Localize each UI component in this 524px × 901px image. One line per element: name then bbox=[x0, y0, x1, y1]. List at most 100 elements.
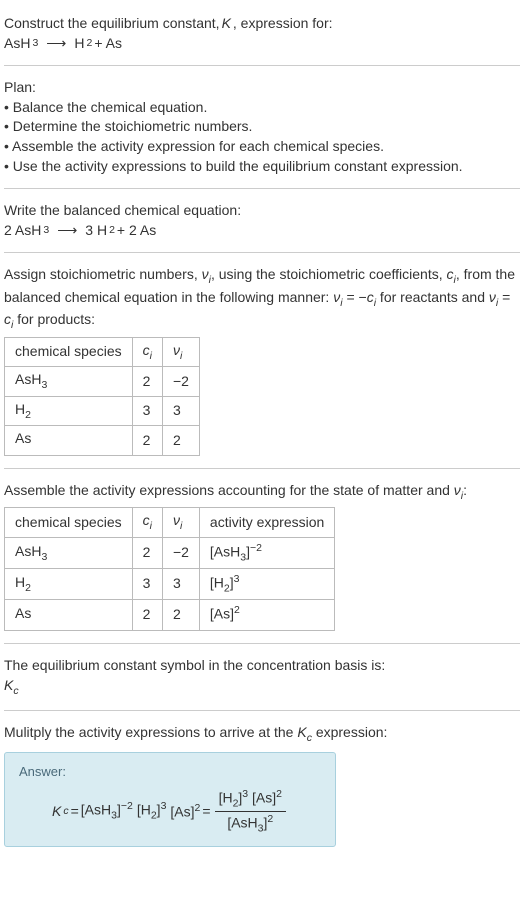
plan-bullet: • Assemble the activity expression for e… bbox=[4, 137, 520, 157]
subscript: c bbox=[63, 804, 68, 819]
col-nui: νi bbox=[162, 337, 199, 366]
cell-ci: 2 bbox=[132, 599, 162, 630]
balanced-section: Write the balanced chemical equation: 2 … bbox=[4, 195, 520, 246]
exponent: −2 bbox=[121, 800, 133, 812]
coef-species: 2 AsH bbox=[4, 221, 41, 241]
bracket: [H bbox=[137, 802, 151, 818]
divider bbox=[4, 468, 520, 469]
subscript: 2 bbox=[25, 409, 31, 421]
nu-symbol: ν bbox=[202, 266, 209, 282]
cell-activity: [AsH3]−2 bbox=[199, 537, 334, 568]
text: = − bbox=[343, 289, 367, 305]
species: H bbox=[74, 34, 84, 54]
term: [AsH3]−2 bbox=[81, 799, 133, 823]
kc-symbol-section: The equilibrium constant symbol in the c… bbox=[4, 650, 520, 704]
cell-nui: 3 bbox=[162, 568, 199, 599]
answer-box: Answer: Kc = [AsH3]−2 [H2]3 [As]2 = [H2]… bbox=[4, 752, 336, 847]
table-row: AsH3 2 −2 bbox=[5, 367, 200, 396]
k-symbol: K bbox=[4, 677, 13, 693]
subscript: c bbox=[13, 685, 18, 697]
subscript: i bbox=[150, 350, 152, 362]
cell-ci: 3 bbox=[132, 396, 162, 425]
balanced-title: Write the balanced chemical equation: bbox=[4, 201, 520, 221]
prompt-line1: Construct the equilibrium constant, K , … bbox=[4, 14, 520, 34]
col-ci: ci bbox=[132, 508, 162, 537]
col-species: chemical species bbox=[5, 337, 133, 366]
answer-equation: Kc = [AsH3]−2 [H2]3 [As]2 = [H2]3 [As]2 … bbox=[19, 787, 321, 836]
kc-symbol: Kc bbox=[4, 676, 520, 698]
table-header-row: chemical species ci νi bbox=[5, 337, 200, 366]
col-species: chemical species bbox=[5, 508, 133, 537]
divider bbox=[4, 252, 520, 253]
bracket: [As] bbox=[170, 804, 194, 820]
divider bbox=[4, 643, 520, 644]
nu-symbol: ν bbox=[454, 482, 461, 498]
coef-species: + 2 As bbox=[117, 221, 156, 241]
plan-bullet: • Use the activity expressions to build … bbox=[4, 157, 520, 177]
species: AsH bbox=[15, 543, 41, 559]
text: Mulitply the activity expressions to arr… bbox=[4, 724, 297, 740]
text: , using the stoichiometric coefficients, bbox=[211, 266, 447, 282]
divider bbox=[4, 188, 520, 189]
subscript: 2 bbox=[87, 36, 93, 51]
plan-bullet: • Balance the chemical equation. bbox=[4, 98, 520, 118]
subscript: i bbox=[180, 520, 182, 532]
answer-label: Answer: bbox=[19, 763, 321, 781]
text: : bbox=[463, 482, 467, 498]
bracket: [H bbox=[219, 790, 233, 806]
col-activity: activity expression bbox=[199, 508, 334, 537]
col-ci: ci bbox=[132, 337, 162, 366]
kc-line1: The equilibrium constant symbol in the c… bbox=[4, 656, 520, 676]
denominator: [AsH3]2 bbox=[215, 812, 286, 836]
stoich-table: chemical species ci νi AsH3 2 −2 H2 3 3 … bbox=[4, 337, 200, 456]
subscript: i bbox=[180, 350, 182, 362]
subscript: 3 bbox=[41, 550, 47, 562]
cell-species: As bbox=[5, 599, 133, 630]
k-symbol: K bbox=[52, 802, 61, 822]
cell-activity: [As]2 bbox=[199, 599, 334, 630]
prompt-header: Construct the equilibrium constant, K , … bbox=[4, 8, 520, 59]
plan-bullet: • Determine the stoichiometric numbers. bbox=[4, 117, 520, 137]
species: As bbox=[15, 605, 31, 621]
bracket: [As] bbox=[248, 790, 276, 806]
species: As bbox=[15, 430, 31, 446]
arrow-icon: ⟶ bbox=[57, 221, 77, 241]
text: Construct the equilibrium constant, bbox=[4, 14, 220, 34]
multiply-line: Mulitply the activity expressions to arr… bbox=[4, 723, 520, 745]
subscript: 3 bbox=[41, 379, 47, 391]
cell-nui: 3 bbox=[162, 396, 199, 425]
equals: = bbox=[71, 802, 79, 822]
text: , expression for: bbox=[233, 14, 333, 34]
nu-symbol: ν bbox=[173, 342, 180, 358]
cell-species: AsH3 bbox=[5, 367, 133, 396]
multiply-section: Mulitply the activity expressions to arr… bbox=[4, 717, 520, 853]
col-nui: νi bbox=[162, 508, 199, 537]
species: H bbox=[15, 574, 25, 590]
stoich-section: Assign stoichiometric numbers, νi, using… bbox=[4, 259, 520, 461]
table-row: As 2 2 [As]2 bbox=[5, 599, 335, 630]
activity-section: Assemble the activity expressions accoun… bbox=[4, 475, 520, 637]
table-row: H2 3 3 bbox=[5, 396, 200, 425]
cell-nui: −2 bbox=[162, 537, 199, 568]
plan-title: Plan: bbox=[4, 78, 520, 98]
cell-species: H2 bbox=[5, 568, 133, 599]
numerator: [H2]3 [As]2 bbox=[215, 787, 286, 812]
subscript: 2 bbox=[109, 223, 115, 238]
text: for reactants and bbox=[376, 289, 489, 305]
coef-species: 3 H bbox=[85, 221, 107, 241]
cell-nui: 2 bbox=[162, 599, 199, 630]
plan-section: Plan: • Balance the chemical equation. •… bbox=[4, 72, 520, 182]
k-symbol: K bbox=[222, 14, 231, 34]
species: AsH bbox=[4, 34, 30, 54]
cell-species: As bbox=[5, 426, 133, 455]
table-row: As 2 2 bbox=[5, 426, 200, 455]
fraction: [H2]3 [As]2 [AsH3]2 bbox=[215, 787, 286, 836]
c-symbol: c bbox=[367, 289, 374, 305]
species: H bbox=[15, 401, 25, 417]
table-row: H2 3 3 [H2]3 bbox=[5, 568, 335, 599]
exponent: 3 bbox=[161, 800, 167, 812]
c-symbol: c bbox=[447, 266, 454, 282]
exponent: 2 bbox=[267, 813, 273, 825]
c-symbol: c bbox=[4, 311, 11, 327]
cell-activity: [H2]3 bbox=[199, 568, 334, 599]
